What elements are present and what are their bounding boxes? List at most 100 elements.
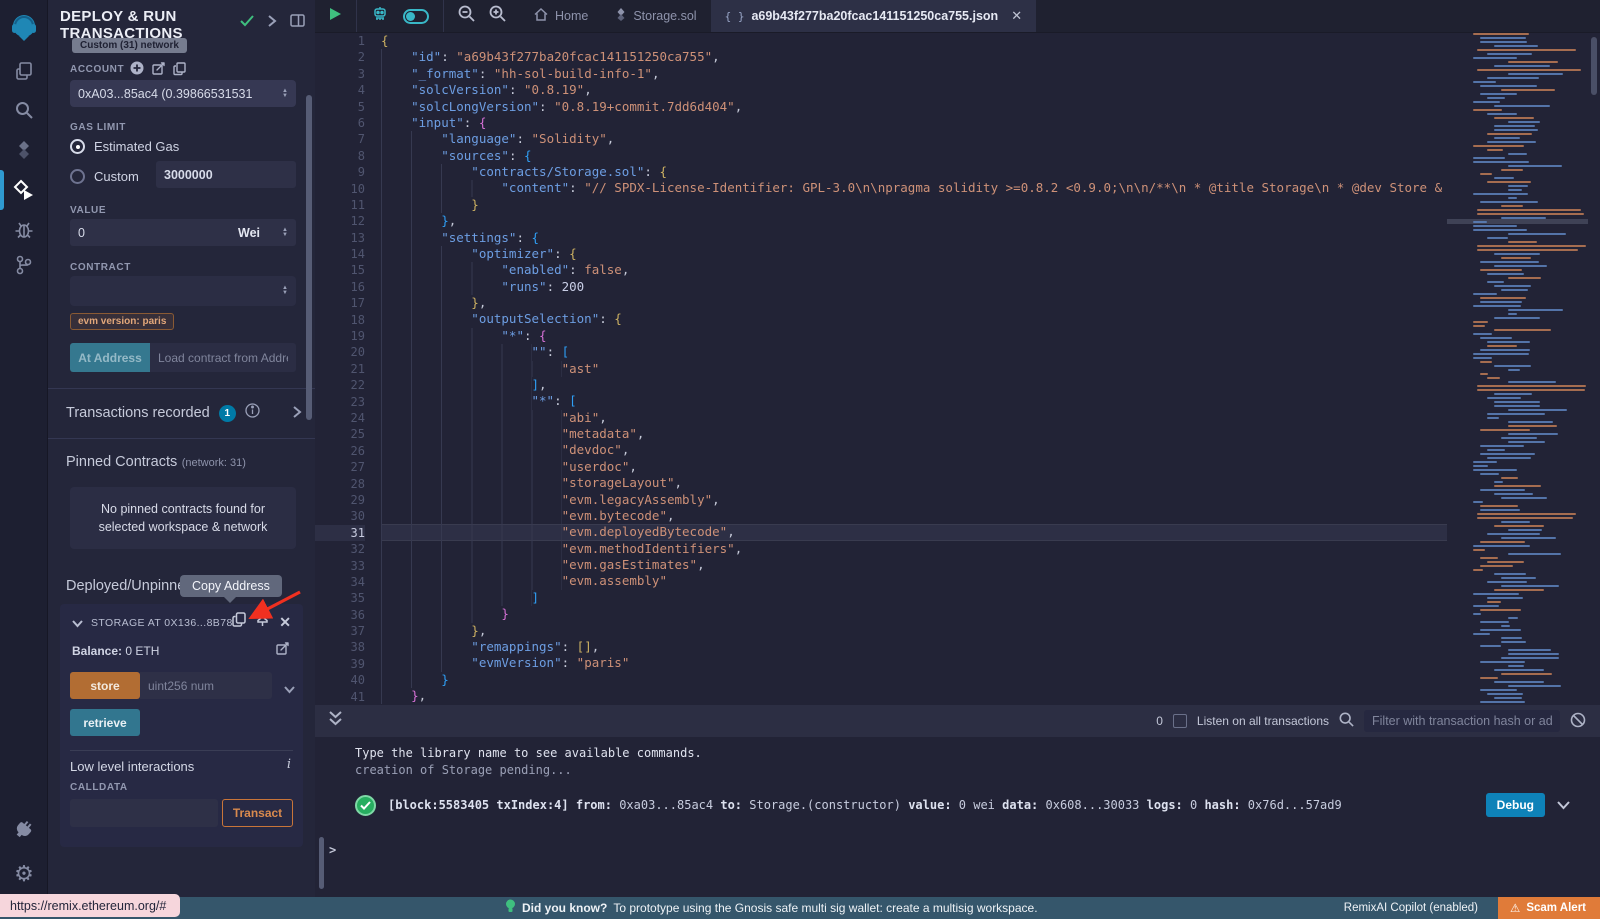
copy-account-icon[interactable] [173,62,186,80]
code-line[interactable]: "abi", [381,410,1447,426]
close-tab-icon[interactable]: ✕ [1011,8,1022,24]
code-line[interactable]: "input": { [381,115,1447,131]
code-line[interactable]: "content": "// SPDX-License-Identifier: … [381,180,1447,196]
tx-expand-icon[interactable] [1557,798,1570,812]
value-input[interactable] [70,219,230,246]
custom-gas-radio[interactable] [70,169,85,184]
contract-collapse-icon[interactable] [72,614,83,632]
at-address-button[interactable]: At Address [70,343,150,372]
search-icon[interactable] [0,91,48,129]
contract-stepper-icon[interactable]: ▲▼ [282,286,288,296]
code-line[interactable]: "devdoc", [381,442,1447,458]
zoom-out-icon[interactable] [458,5,475,27]
code-line[interactable]: "evm.assembly" [381,573,1447,589]
value-unit-stepper-icon[interactable]: ▲▼ [282,228,288,238]
value-unit-select[interactable]: Wei ▲▼ [230,219,296,246]
debug-button[interactable]: Debug [1486,793,1545,817]
settings-icon[interactable]: ⚙ [0,855,48,893]
code-line[interactable]: "remappings": [], [381,639,1447,655]
pin-contract-icon[interactable] [256,612,269,632]
code-line[interactable]: "evm.bytecode", [381,508,1447,524]
code-editor[interactable]: 1234567891011121314151617181920212223242… [315,33,1600,705]
tab-home[interactable]: Home [520,0,602,32]
at-address-input[interactable] [150,343,296,372]
code-line[interactable]: "*": [ [381,393,1447,409]
copilot-status[interactable]: RemixAI Copilot (enabled) [1344,897,1478,919]
code-line[interactable]: } [381,672,1447,688]
terminal-collapse-icon[interactable] [315,711,342,731]
account-stepper-icon[interactable]: ▲▼ [282,89,288,99]
scam-alert-button[interactable]: ⚠ Scam Alert [1498,897,1600,919]
code-line[interactable]: "settings": { [381,230,1447,246]
code-line[interactable]: }, [381,623,1447,639]
code-line[interactable]: { [381,33,1447,49]
code-line[interactable]: "_format": "hh-sol-build-info-1", [381,66,1447,82]
code-line[interactable]: "id": "a69b43f277ba20fcac141151250ca755"… [381,49,1447,65]
code-line[interactable]: "*": { [381,328,1447,344]
debugger-icon[interactable] [0,210,48,248]
transactions-expand-icon[interactable] [293,405,301,423]
code-line[interactable]: "evmVersion": "paris" [381,655,1447,671]
code-line[interactable]: "runs": 200 [381,279,1447,295]
code-line[interactable]: "ast" [381,361,1447,377]
file-explorer-icon[interactable] [0,52,48,90]
code-line[interactable]: "userdoc", [381,459,1447,475]
copy-address-icon[interactable] [232,612,246,632]
code-line[interactable]: }, [381,688,1447,704]
code-line[interactable]: } [381,197,1447,213]
source-control-icon[interactable] [0,246,48,284]
remove-contract-icon[interactable]: ✕ [279,614,291,631]
clear-terminal-icon[interactable] [1570,712,1586,731]
editor-scrollbar-thumb[interactable] [1591,37,1597,95]
terminal-scrollbar[interactable] [319,837,324,889]
terminal[interactable]: Type the library name to see available c… [315,737,1600,897]
add-account-icon[interactable] [130,61,144,80]
deploy-run-icon[interactable] [0,171,48,209]
code-line[interactable]: "optimizer": { [381,246,1447,262]
code-line[interactable]: "storageLayout", [381,475,1447,491]
code-line[interactable]: "sources": { [381,148,1447,164]
code-line[interactable]: "evm.legacyAssembly", [381,492,1447,508]
code-line[interactable]: "metadata", [381,426,1447,442]
store-arg-input[interactable] [140,672,272,699]
code-line[interactable]: ], [381,377,1447,393]
code-line[interactable]: "evm.deployedBytecode", [381,524,1447,540]
store-button[interactable]: store [70,672,140,699]
code-line[interactable]: "evm.methodIdentifiers", [381,541,1447,557]
expand-args-icon[interactable] [284,680,295,698]
contract-select[interactable]: ▲▼ [70,276,296,306]
code-line[interactable]: "language": "Solidity", [381,131,1447,147]
code-line[interactable]: } [381,606,1447,622]
estimated-gas-radio[interactable] [70,139,85,154]
transact-button[interactable]: Transact [222,799,293,827]
terminal-prompt[interactable]: > [329,843,336,857]
code-line[interactable]: "": [ [381,344,1447,360]
edit-balance-icon[interactable] [276,642,289,660]
tab-storage-sol[interactable]: Storage.sol [602,0,710,32]
ai-assistant-icon[interactable] [371,5,389,28]
retrieve-button[interactable]: retrieve [70,709,140,736]
tab-build-info-json[interactable]: { } a69b43f277ba20fcac141151250ca755.jso… [711,0,1037,32]
plugin-manager-icon[interactable] [0,810,48,848]
editor-scrollbar[interactable] [1588,33,1600,705]
edit-account-icon[interactable] [152,62,165,80]
code-line[interactable]: }, [381,213,1447,229]
custom-gas-input[interactable] [156,161,296,188]
info-icon[interactable] [245,403,260,423]
calldata-input[interactable] [70,799,218,827]
transaction-filter-input[interactable] [1364,710,1560,732]
code-line[interactable]: "enabled": false, [381,262,1447,278]
code-content[interactable]: {"id": "a69b43f277ba20fcac141151250ca755… [381,33,1447,705]
listen-checkbox[interactable] [1173,714,1187,728]
panel-pin-icon[interactable] [290,14,305,32]
minimap[interactable] [1447,33,1588,705]
lowlevel-info-icon[interactable]: i [287,757,291,772]
remix-logo-icon[interactable] [0,8,48,48]
panel-expand-icon[interactable] [268,14,276,32]
panel-scrollbar[interactable] [306,95,312,420]
code-line[interactable]: "evm.gasEstimates", [381,557,1447,573]
zoom-in-icon[interactable] [489,5,506,27]
account-select[interactable]: 0xA03...85ac4 (0.39866531531 ▲▼ [70,80,296,107]
run-script-icon[interactable] [329,7,342,26]
code-line[interactable]: "outputSelection": { [381,311,1447,327]
